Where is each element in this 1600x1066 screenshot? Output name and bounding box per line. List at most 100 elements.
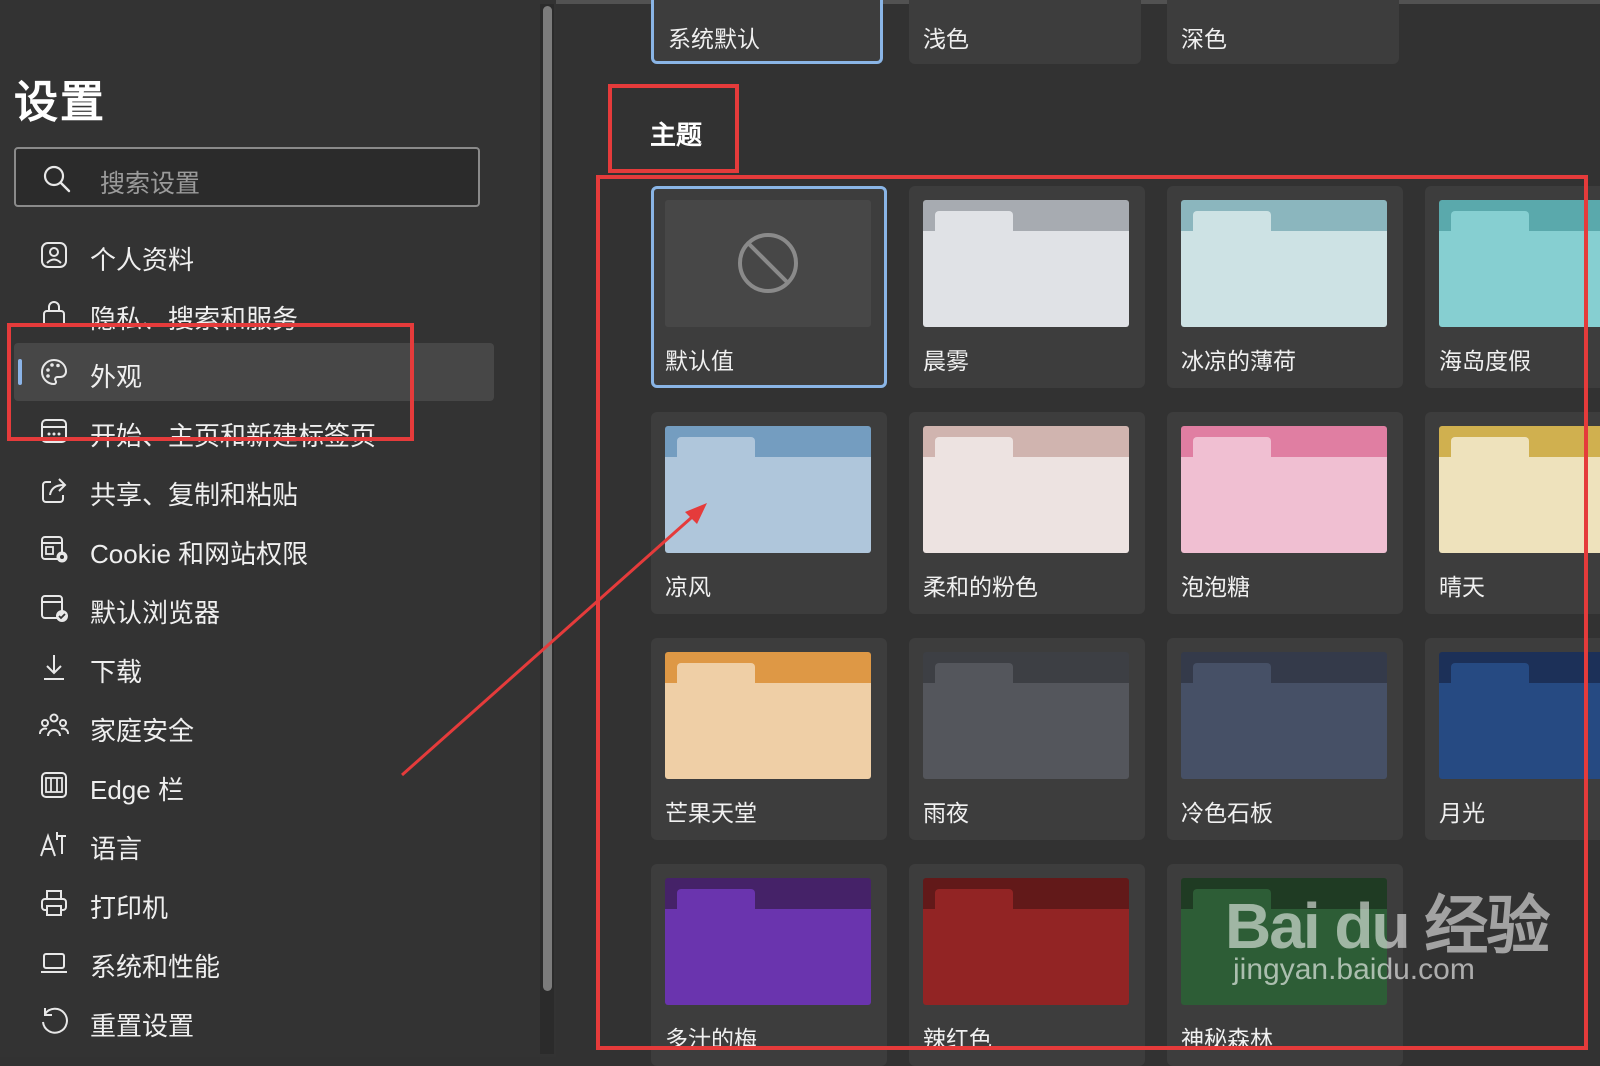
sidebar-item-edge-bar[interactable]: Edge 栏	[14, 756, 494, 814]
sidebar-item-label: Cookie 和网站权限	[90, 539, 309, 569]
theme-preview	[1439, 426, 1600, 553]
theme-preview-body	[665, 909, 871, 1005]
theme-card[interactable]: 柔和的粉色	[909, 412, 1145, 614]
sidebar-item-label: 下载	[90, 657, 143, 687]
search-placeholder: 搜索设置	[100, 170, 201, 198]
theme-label: 神秘森林	[1181, 1026, 1273, 1052]
theme-preview-tab	[1193, 211, 1271, 241]
sidebar-item-family[interactable]: 家庭安全	[14, 697, 494, 755]
printer-icon	[41, 890, 67, 916]
theme-preview	[1181, 878, 1387, 1005]
theme-label: 凉风	[665, 574, 711, 600]
theme-label: 默认值	[665, 348, 734, 374]
sidebar-item-privacy[interactable]: 隐私、搜索和服务	[14, 285, 494, 343]
sidebar-item-start-home[interactable]: 开始、主页和新建标签页	[14, 402, 494, 460]
theme-preview-body	[1181, 457, 1387, 553]
sidebar-item-reset[interactable]: 重置设置	[14, 992, 494, 1050]
scrollbar-thumb[interactable]	[543, 6, 552, 991]
sidebar-item-label: 隐私、搜索和服务	[90, 304, 299, 334]
sidebar-item-downloads[interactable]: 下载	[14, 638, 494, 696]
home-tabs-icon	[41, 419, 67, 443]
theme-label: 辣红色	[923, 1026, 992, 1052]
download-icon	[44, 655, 64, 680]
search-input[interactable]: 搜索设置	[14, 147, 480, 207]
sidebar-item-label: 共享、复制和粘贴	[90, 480, 299, 510]
sidebar-scrollbar[interactable]	[540, 4, 554, 1054]
theme-preview-tab	[677, 437, 755, 467]
theme-preview-body	[923, 457, 1129, 553]
theme-label: 月光	[1439, 800, 1485, 826]
theme-preview	[923, 652, 1129, 779]
sidebar-item-cookies[interactable]: Cookie 和网站权限	[14, 520, 494, 578]
theme-preview	[923, 878, 1129, 1005]
theme-preview-tab	[1193, 889, 1271, 919]
theme-preview-body	[1181, 683, 1387, 779]
theme-card[interactable]: 神秘森林	[1167, 864, 1403, 1066]
theme-label: 多汁的梅	[665, 1026, 757, 1052]
theme-card[interactable]: 晴天	[1425, 412, 1600, 614]
theme-card[interactable]: 雨夜	[909, 638, 1145, 840]
theme-card[interactable]: 晨雾	[909, 186, 1145, 388]
sidebar-item-system[interactable]: 系统和性能	[14, 933, 494, 991]
theme-preview	[665, 200, 871, 327]
sidebar-item-label: 外观	[90, 362, 143, 392]
theme-card[interactable]: 芒果天堂	[651, 638, 887, 840]
theme-label: 晴天	[1439, 574, 1485, 600]
theme-preview-body	[1181, 231, 1387, 327]
theme-preview-tab	[677, 889, 755, 919]
theme-preview	[1439, 652, 1600, 779]
theme-card[interactable]: 辣红色	[909, 864, 1145, 1066]
sidebar-item-profile[interactable]: 个人资料	[14, 226, 494, 284]
site-permissions-icon	[41, 536, 68, 563]
sidebar-item-appearance[interactable]: 外观	[14, 343, 494, 401]
sidebar-item-label: 系统和性能	[90, 952, 221, 982]
sidebar-item-label: 默认浏览器	[90, 598, 221, 628]
theme-preview-tab	[935, 437, 1013, 467]
theme-card[interactable]: 泡泡糖	[1167, 412, 1403, 614]
theme-preview	[1181, 200, 1387, 327]
lock-icon	[43, 301, 65, 327]
theme-card[interactable]: 冰凉的薄荷	[1167, 186, 1403, 388]
theme-preview	[923, 426, 1129, 553]
theme-preview-body	[1439, 457, 1600, 553]
theme-preview-body	[1439, 231, 1600, 327]
theme-preview-body	[923, 683, 1129, 779]
theme-card[interactable]: 凉风	[651, 412, 887, 614]
mode-system-default[interactable]: 系统默认	[651, 0, 883, 64]
default-browser-icon	[41, 595, 68, 622]
theme-label: 海岛度假	[1439, 348, 1531, 374]
theme-label: 雨夜	[923, 800, 969, 826]
theme-card[interactable]: 默认值	[651, 186, 887, 388]
theme-preview-body	[923, 231, 1129, 327]
profile-icon	[41, 242, 67, 268]
theme-label: 泡泡糖	[1181, 574, 1250, 600]
sidebar-item-label: 开始、主页和新建标签页	[90, 421, 377, 451]
mode-dark[interactable]: 深色	[1167, 0, 1399, 64]
theme-card[interactable]: 多汁的梅	[651, 864, 887, 1066]
search-icon	[43, 165, 71, 193]
sidebar-item-label: 语言	[90, 834, 143, 864]
sidebar-item-label: 个人资料	[90, 245, 195, 275]
theme-preview	[665, 878, 871, 1005]
theme-preview-body	[665, 683, 871, 779]
theme-card[interactable]: 月光	[1425, 638, 1600, 840]
sidebar-item-language[interactable]: 语言	[14, 815, 494, 873]
theme-card[interactable]: 海岛度假	[1425, 186, 1600, 388]
theme-preview-body	[1181, 909, 1387, 1005]
theme-preview-body	[923, 909, 1129, 1005]
theme-preview	[665, 652, 871, 779]
mode-light[interactable]: 浅色	[909, 0, 1141, 64]
theme-preview-body	[665, 457, 871, 553]
mode-label: 系统默认	[668, 26, 760, 52]
sidebar-item-label: 打印机	[90, 893, 169, 923]
sidebar-item-default-browser[interactable]: 默认浏览器	[14, 579, 494, 637]
theme-label: 芒果天堂	[665, 800, 757, 826]
sidebar-item-printer[interactable]: 打印机	[14, 874, 494, 932]
theme-card[interactable]: 冷色石板	[1167, 638, 1403, 840]
sidebar-item-share[interactable]: 共享、复制和粘贴	[14, 461, 494, 519]
settings-sidebar: 设置 搜索设置 个人资料 隐私、搜索和服务 外观 开始、主页和新建标签页 共享、…	[0, 0, 556, 1057]
theme-preview	[665, 426, 871, 553]
theme-preview-tab	[1193, 663, 1271, 693]
theme-preview-tab	[935, 889, 1013, 919]
theme-preview-tab	[1451, 663, 1529, 693]
